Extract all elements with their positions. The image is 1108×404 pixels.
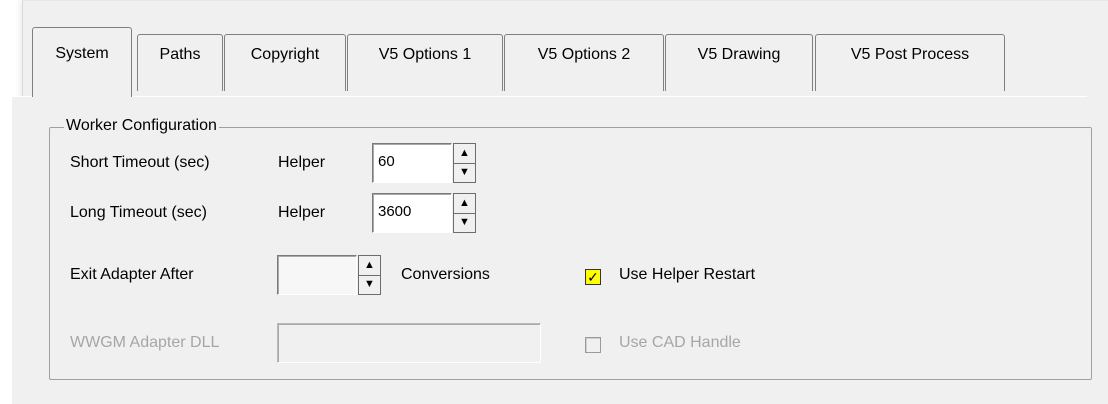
tab-label: V5 Post Process	[850, 46, 970, 63]
short-timeout-input[interactable]: 60	[372, 143, 452, 183]
exit-adapter-label: Exit Adapter After	[70, 266, 194, 283]
tab-label: Paths	[159, 46, 201, 63]
tab-system[interactable]: System	[32, 27, 132, 97]
down-arrow-icon[interactable]: ▼	[454, 214, 475, 233]
long-timeout-helper-label: Helper	[278, 204, 326, 221]
group-title: Worker Configuration	[64, 117, 219, 135]
long-timeout-label: Long Timeout (sec)	[70, 204, 207, 221]
wwgm-adapter-input[interactable]	[277, 323, 541, 363]
tab-label: V5 Drawing	[697, 46, 781, 63]
tab-paths[interactable]: Paths	[137, 34, 223, 91]
check-icon: ✓	[587, 269, 599, 285]
use-cad-handle-checkbox[interactable]	[585, 337, 601, 353]
tab-v5-post-process[interactable]: V5 Post Process	[815, 34, 1005, 91]
conversions-label: Conversions	[401, 266, 490, 283]
exit-adapter-input[interactable]	[277, 255, 357, 295]
tab-label: V5 Options 2	[537, 46, 631, 63]
use-cad-handle-label: Use CAD Handle	[619, 334, 741, 351]
tab-label: V5 Options 1	[378, 46, 472, 63]
short-timeout-spinner[interactable]: ▲ ▼	[453, 143, 476, 183]
up-arrow-icon[interactable]: ▲	[454, 194, 475, 214]
use-helper-restart-label: Use Helper Restart	[619, 266, 756, 283]
exit-adapter-spinner[interactable]: ▲ ▼	[358, 255, 381, 295]
short-timeout-label: Short Timeout (sec)	[70, 154, 210, 171]
tab-label: System	[55, 45, 109, 62]
use-helper-restart-checkbox[interactable]: ✓	[585, 269, 601, 285]
tab-copyright[interactable]: Copyright	[224, 34, 346, 91]
tab-v5-options-2[interactable]: V5 Options 2	[504, 34, 664, 91]
tab-label: Copyright	[250, 46, 320, 63]
wwgm-adapter-label: WWGM Adapter DLL	[70, 334, 220, 351]
tab-v5-options-1[interactable]: V5 Options 1	[347, 34, 503, 91]
tab-v5-drawing[interactable]: V5 Drawing	[665, 34, 813, 91]
up-arrow-icon[interactable]: ▲	[454, 144, 475, 164]
short-timeout-helper-label: Helper	[278, 154, 326, 171]
up-arrow-icon[interactable]: ▲	[359, 256, 380, 276]
long-timeout-input[interactable]: 3600	[372, 193, 452, 233]
down-arrow-icon[interactable]: ▼	[359, 276, 380, 295]
down-arrow-icon[interactable]: ▼	[454, 164, 475, 183]
long-timeout-spinner[interactable]: ▲ ▼	[453, 193, 476, 233]
